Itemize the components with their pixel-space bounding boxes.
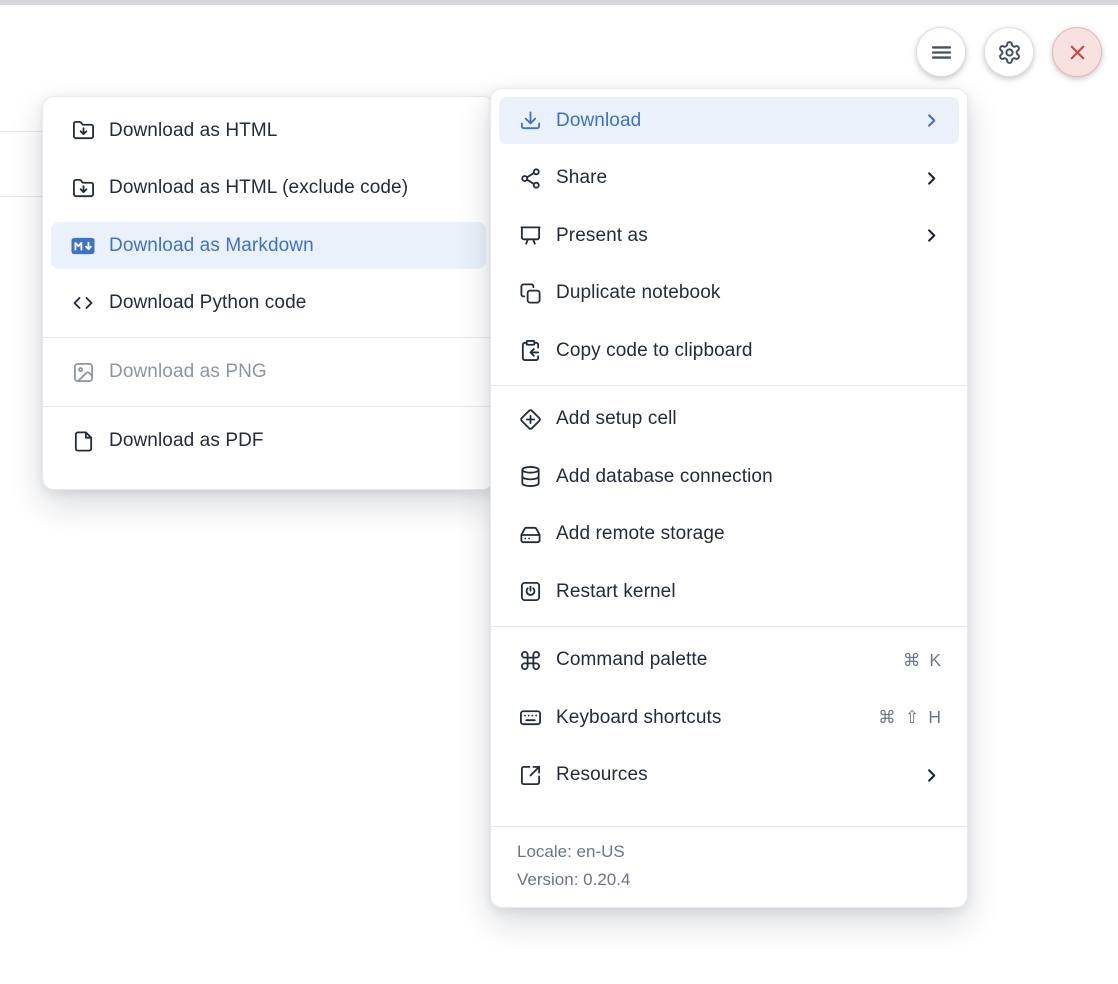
menu-item-label: Add remote storage (556, 523, 725, 545)
menu-item-restart-kernel[interactable]: Restart kernel (499, 568, 959, 615)
code-icon (71, 291, 95, 315)
version-text: Version: 0.20.4 (517, 866, 941, 894)
notebook-menu: Download Share Present as Duplicate noteboo… (490, 88, 968, 908)
underlay-cell-border (0, 196, 42, 197)
menu-separator (43, 337, 494, 338)
menu-item-label: Duplicate notebook (556, 282, 720, 304)
folder-down-icon (71, 176, 95, 200)
menu-item-present-as[interactable]: Present as (499, 212, 959, 259)
menu-item-download[interactable]: Download (499, 97, 959, 144)
notebook-actions-toolbar (916, 27, 1102, 77)
menu-item-label: Download as Markdown (109, 235, 314, 257)
external-link-icon (518, 763, 542, 787)
menu-item-download-as-markdown[interactable]: Download as Markdown (51, 222, 486, 269)
menu-item-label: Download as PNG (109, 361, 267, 383)
menu-item-download-as-png: Download as PNG (51, 349, 486, 396)
menu-item-label: Download (556, 110, 641, 132)
file-icon (71, 429, 95, 453)
menu-item-label: Keyboard shortcuts (556, 707, 722, 729)
clipboard-copy-icon (518, 339, 542, 363)
share-icon (518, 166, 542, 190)
menu-item-command-palette[interactable]: Command palette⌘K (499, 637, 959, 684)
hard-drive-icon (518, 522, 542, 546)
menu-footer: Locale: en-US Version: 0.20.4 (491, 826, 967, 907)
underlay-cell-border (0, 131, 42, 132)
menu-icon (928, 39, 955, 66)
menu-item-add-database-connection[interactable]: Add database connection (499, 453, 959, 500)
settings-button[interactable] (984, 27, 1034, 77)
menu-item-download-as-html[interactable]: Download as HTML (51, 107, 486, 154)
menu-item-label: Command palette (556, 649, 707, 671)
command-icon (518, 648, 542, 672)
image-icon (71, 360, 95, 384)
menu-item-download-python-code[interactable]: Download Python code (51, 280, 486, 327)
menu-separator (491, 385, 967, 386)
menu-separator (43, 406, 494, 407)
shortcut-key: ⌘ (903, 650, 921, 671)
shortcut-key: K (929, 650, 941, 671)
shortcut-key: H (928, 707, 941, 728)
menu-item-label: Download Python code (109, 292, 306, 314)
folder-down-icon (71, 119, 95, 143)
app-root: Download as HTML Download as HTML (exclud… (0, 0, 1118, 984)
menu-item-label: Download as HTML (109, 120, 277, 142)
menu-item-share[interactable]: Share (499, 155, 959, 202)
menu-item-duplicate-notebook[interactable]: Duplicate notebook (499, 270, 959, 317)
settings-icon (997, 40, 1022, 65)
menu-item-add-setup-cell[interactable]: Add setup cell (499, 396, 959, 443)
menu-item-label: Share (556, 167, 607, 189)
menu-item-download-as-pdf[interactable]: Download as PDF (51, 418, 486, 465)
shortcut-hint: ⌘K (903, 650, 941, 671)
menu-item-label: Download as HTML (exclude code) (109, 177, 408, 199)
menu-item-add-remote-storage[interactable]: Add remote storage (499, 511, 959, 558)
menu-item-label: Restart kernel (556, 581, 676, 603)
menu-item-label: Download as PDF (109, 430, 264, 452)
shortcut-key: ⇧ (905, 707, 920, 728)
markdown-icon (71, 234, 95, 258)
close-icon (1065, 40, 1090, 65)
menu-item-label: Add database connection (556, 466, 773, 488)
database-icon (518, 465, 542, 489)
menu-separator (491, 626, 967, 627)
download-submenu: Download as HTML Download as HTML (exclud… (42, 96, 495, 490)
presentation-icon (518, 224, 542, 248)
chevron-right-icon (922, 766, 941, 785)
copy-icon (518, 281, 542, 305)
menu-button[interactable] (916, 27, 966, 77)
menu-item-resources[interactable]: Resources (499, 752, 959, 799)
menu-item-copy-code-to-clipboard[interactable]: Copy code to clipboard (499, 327, 959, 374)
menu-item-download-as-html-exclude-code[interactable]: Download as HTML (exclude code) (51, 165, 486, 212)
menu-item-label: Resources (556, 764, 648, 786)
shutdown-button[interactable] (1052, 27, 1102, 77)
window-top-edge (0, 0, 1118, 5)
menu-item-label: Add setup cell (556, 408, 677, 430)
download-icon (518, 109, 542, 133)
chevron-right-icon (922, 111, 941, 130)
keyboard-icon (518, 706, 542, 730)
shortcut-key: ⌘ (878, 707, 896, 728)
shortcut-hint: ⌘ ⇧ H (878, 707, 941, 728)
menu-item-keyboard-shortcuts[interactable]: Keyboard shortcuts ⌘ ⇧ H (499, 694, 959, 741)
chevron-right-icon (922, 226, 941, 245)
power-icon (518, 580, 542, 604)
notebook-menu-list: Download Share Present as Duplicate noteboo… (499, 97, 959, 809)
menu-item-label: Present as (556, 225, 648, 247)
chevron-right-icon (922, 169, 941, 188)
diamond-plus-icon (518, 407, 542, 431)
locale-text: Locale: en-US (517, 838, 941, 866)
menu-item-label: Copy code to clipboard (556, 340, 753, 362)
